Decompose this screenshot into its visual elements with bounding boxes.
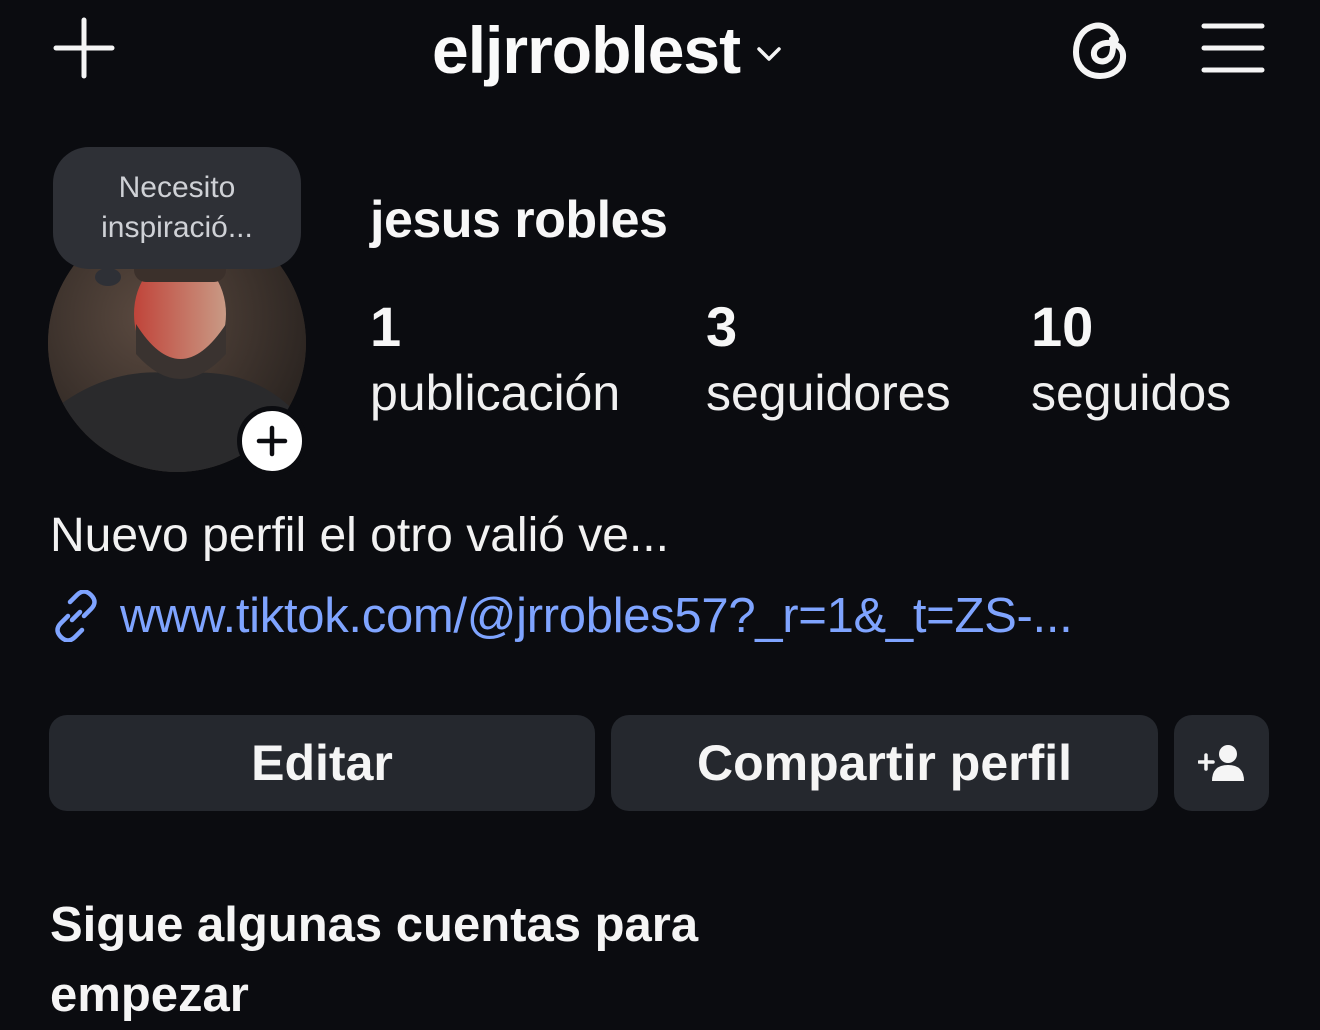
account-switcher[interactable]: eljrroblest: [432, 8, 786, 92]
menu-button[interactable]: [1200, 18, 1266, 78]
posts-stat[interactable]: 1 publicación: [370, 292, 620, 424]
edit-profile-label: Editar: [251, 735, 393, 791]
followers-count: 3: [706, 295, 738, 358]
create-plus-button[interactable]: [50, 16, 118, 80]
link-icon: [55, 590, 97, 642]
bio-link-text: www.tiktok.com/@jrrobles57?_r=1&_t=ZS-..…: [120, 589, 1073, 643]
followers-stat[interactable]: 3 seguidores: [706, 292, 951, 424]
followers-label: seguidores: [706, 365, 951, 421]
discover-people-button[interactable]: [1174, 715, 1269, 811]
chevron-down-icon: [757, 47, 781, 61]
share-profile-button[interactable]: Compartir perfil: [611, 715, 1158, 811]
hamburger-menu-icon: [1201, 23, 1265, 73]
full-name: jesus robles: [370, 191, 668, 249]
share-profile-label: Compartir perfil: [696, 735, 1073, 791]
plus-icon: [256, 425, 288, 457]
bio-text[interactable]: Nuevo perfil el otro valió ve...: [50, 508, 669, 563]
edit-profile-button[interactable]: Editar: [49, 715, 595, 811]
following-count: 10: [1031, 295, 1094, 358]
posts-label: publicación: [370, 365, 621, 421]
note-bubble-tail: [95, 268, 121, 286]
posts-count: 1: [370, 295, 402, 358]
bio-link[interactable]: www.tiktok.com/@jrrobles57?_r=1&_t=ZS-..…: [50, 588, 1073, 644]
suggestions-title: Sigue algunas cuentas para empezar: [50, 898, 699, 1022]
add-story-button[interactable]: [237, 406, 307, 476]
following-stat[interactable]: 10 seguidos: [1031, 292, 1231, 424]
threads-icon: [1072, 22, 1127, 80]
following-label: seguidos: [1031, 365, 1232, 421]
note-text: Necesito inspiració...: [101, 171, 253, 244]
add-person-icon: [1197, 745, 1244, 781]
note-bubble[interactable]: Necesito inspiració...: [53, 147, 301, 269]
username: eljrroblest: [432, 13, 741, 87]
threads-button[interactable]: [1066, 14, 1138, 86]
plus-icon: [53, 17, 115, 79]
